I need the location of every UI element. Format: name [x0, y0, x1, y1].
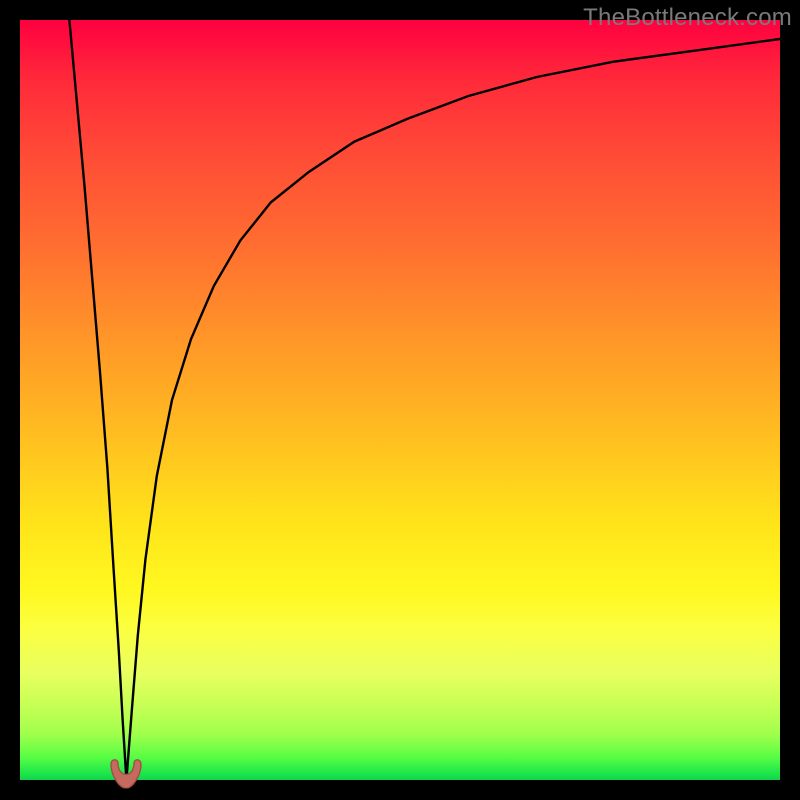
curve-left-branch: [69, 20, 126, 780]
marker-icon: [109, 758, 143, 788]
minimum-marker: [109, 758, 143, 788]
chart-frame: TheBottleneck.com: [0, 0, 800, 800]
bottleneck-curve: [20, 20, 780, 780]
marker-shape: [111, 760, 141, 789]
plot-area: [20, 20, 780, 780]
watermark-text: TheBottleneck.com: [583, 4, 792, 32]
curve-right-branch: [126, 39, 780, 780]
